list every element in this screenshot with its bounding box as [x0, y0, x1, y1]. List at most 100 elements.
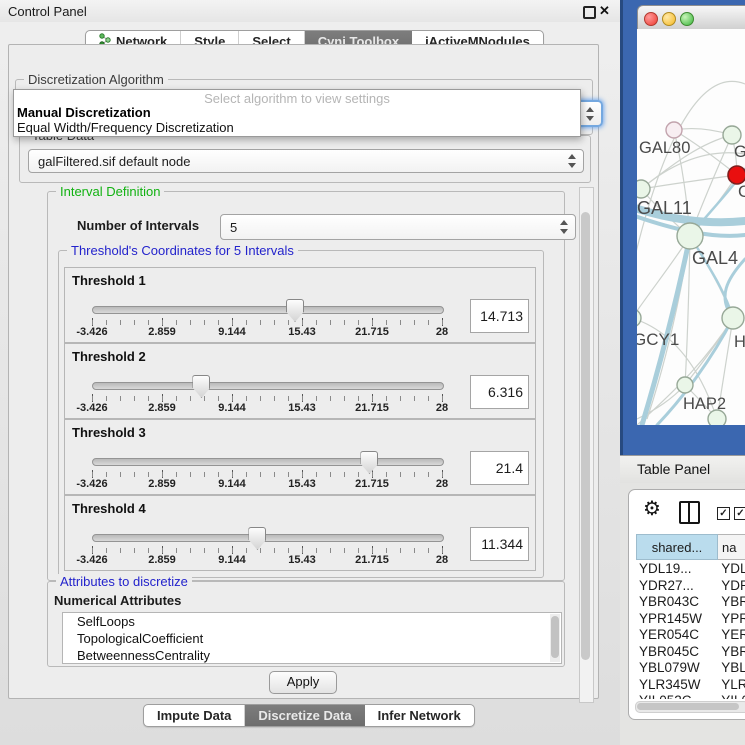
table-panel-title: Table Panel	[637, 461, 710, 477]
threshold-4-value-field[interactable]: 11.344	[470, 527, 529, 561]
table-row[interactable]: YBR045CYBR0	[636, 644, 745, 661]
scale-label: -3.426	[76, 326, 107, 338]
network-canvas[interactable]: GAL80 GA GAL11 GAL4 GCY1 H HAP2 C	[637, 29, 745, 425]
label-hap2: HAP2	[683, 395, 726, 413]
gear-icon[interactable]: ⚙	[643, 496, 661, 521]
checkbox-icon[interactable]: ✓	[717, 507, 730, 520]
slider-minor-ticks	[92, 396, 443, 401]
cell[interactable]: YDR2	[718, 578, 745, 595]
list-item-selfloops[interactable]: SelfLoops	[63, 613, 561, 630]
apply-button[interactable]: Apply	[269, 671, 337, 694]
interval-definition-group: Interval Definition Number of Intervals …	[47, 191, 565, 581]
label-gal11: GAL11	[637, 198, 692, 218]
node-top-right[interactable]	[723, 126, 741, 144]
node-right-mid[interactable]	[722, 307, 744, 329]
node-hap2[interactable]	[677, 377, 693, 393]
number-of-intervals-label: Number of Intervals	[77, 218, 199, 233]
mac-zoom-icon[interactable]	[680, 12, 694, 26]
cell[interactable]: YLR345W	[636, 677, 718, 694]
close-icon[interactable]: ✕	[599, 3, 610, 19]
float-window-icon[interactable]	[583, 6, 596, 19]
popup-item-manual-discretization[interactable]: Manual Discretization	[17, 105, 151, 120]
numerical-attributes-heading: Numerical Attributes	[54, 593, 181, 608]
scale-label: 15.43	[288, 478, 316, 490]
table-row[interactable]: YPR145WYPR1	[636, 611, 745, 628]
columns-icon[interactable]	[679, 501, 700, 524]
cell[interactable]: YBR0	[718, 594, 745, 611]
cell[interactable]: YDL19...	[636, 561, 718, 578]
node-selected-red[interactable]	[728, 166, 745, 184]
table-data-combobox[interactable]: galFiltered.sif default node	[28, 149, 584, 173]
table-row[interactable]: YBL079WYBL0	[636, 660, 745, 677]
threshold-2-cell: Threshold 2 -3.4262.8599.14415.4321.7152…	[64, 343, 536, 419]
node-gal4[interactable]	[677, 223, 703, 249]
tab-impute-data-label: Impute Data	[157, 708, 231, 723]
threshold-4-label: Threshold 4	[72, 501, 146, 516]
scale-label: 2.859	[148, 554, 176, 566]
cell[interactable]: YER0	[718, 627, 745, 644]
table-data-group: Table Data galFiltered.sif default node	[19, 135, 591, 183]
table-row[interactable]: YBR043CYBR0	[636, 594, 745, 611]
tab-impute-data[interactable]: Impute Data	[144, 705, 245, 726]
threshold-1-value-field[interactable]: 14.713	[470, 299, 529, 333]
number-of-intervals-value: 5	[230, 220, 237, 235]
threshold-3-slider-track[interactable]	[92, 458, 444, 466]
cell[interactable]: YDR27...	[636, 578, 718, 595]
settings-scrollbar[interactable]	[579, 187, 594, 703]
threshold-2-slider-track[interactable]	[92, 382, 444, 390]
column-header-name[interactable]: na	[718, 534, 745, 560]
list-item-betweennesscentrality[interactable]: BetweennessCentrality	[63, 647, 561, 664]
slider-minor-ticks	[92, 548, 443, 553]
algorithm-popup-prompt: Select algorithm to view settings	[14, 91, 580, 106]
popup-item-equal-width-frequency[interactable]: Equal Width/Frequency Discretization	[17, 120, 234, 135]
table-row[interactable]: YLR345WYLR3	[636, 677, 745, 694]
node-gal80[interactable]	[666, 122, 682, 138]
node-gal11[interactable]	[637, 180, 650, 198]
cell[interactable]: YBL079W	[636, 660, 718, 677]
screen: Control Panel ✕ Network Style Select	[0, 0, 745, 745]
table-header-row: shared... na	[636, 534, 745, 560]
threshold-2-value-field[interactable]: 6.316	[470, 375, 529, 409]
combo-stepper-icon	[568, 154, 577, 168]
scale-label: 28	[436, 554, 448, 566]
cell[interactable]: YIL0	[718, 693, 745, 699]
number-of-intervals-combobox[interactable]: 5	[220, 214, 576, 240]
checkbox-icon[interactable]: ✓	[734, 507, 745, 520]
cell[interactable]: YPR145W	[636, 611, 718, 628]
mac-minimize-icon[interactable]	[662, 12, 676, 26]
table-horizontal-scrollbar[interactable]	[635, 701, 745, 713]
cell[interactable]: YDL1	[718, 561, 745, 578]
cell[interactable]: YBL0	[718, 660, 745, 677]
table-panel-titlebar: Table Panel	[620, 455, 745, 484]
table-row[interactable]: YER054CYER0	[636, 627, 745, 644]
scale-label: 21.715	[355, 478, 389, 490]
settings-scrollbar-thumb[interactable]	[581, 212, 590, 660]
list-scrollbar[interactable]	[550, 614, 560, 662]
cell[interactable]: YER054C	[636, 627, 718, 644]
tab-infer-network[interactable]: Infer Network	[365, 705, 474, 726]
cell[interactable]: YBR0	[718, 644, 745, 661]
table-row[interactable]: YIL052CYIL0	[636, 693, 745, 699]
node-gcy1[interactable]	[637, 309, 641, 327]
threshold-4-slider-track[interactable]	[92, 534, 444, 542]
mac-close-icon[interactable]	[644, 12, 658, 26]
cell[interactable]: YBR045C	[636, 644, 718, 661]
threshold-3-value-field[interactable]: 21.4	[470, 451, 529, 485]
threshold-1-slider-track[interactable]	[92, 306, 444, 314]
table-horizontal-scrollbar-thumb[interactable]	[637, 703, 739, 710]
slider-scale-labels: -3.4262.8599.14415.4321.71528	[65, 554, 535, 567]
list-item-topologicalcoefficient[interactable]: TopologicalCoefficient	[63, 630, 561, 647]
thresholds-group-title: Threshold's Coordinates for 5 Intervals	[67, 243, 298, 258]
scale-label: 15.43	[288, 326, 316, 338]
slider-scale-labels: -3.4262.8599.14415.4321.71528	[65, 326, 535, 339]
tab-discretize-data[interactable]: Discretize Data	[245, 705, 364, 726]
cell[interactable]: YLR3	[718, 677, 745, 694]
table-row[interactable]: YDL19...YDL1	[636, 561, 745, 578]
column-header-shared-name[interactable]: shared...	[636, 534, 718, 560]
table-row[interactable]: YDR27...YDR2	[636, 578, 745, 595]
slider-minor-ticks	[92, 320, 443, 325]
label-c-clipped: C	[738, 183, 745, 201]
cell[interactable]: YIL052C	[636, 693, 718, 699]
cell[interactable]: YPR1	[718, 611, 745, 628]
cell[interactable]: YBR043C	[636, 594, 718, 611]
